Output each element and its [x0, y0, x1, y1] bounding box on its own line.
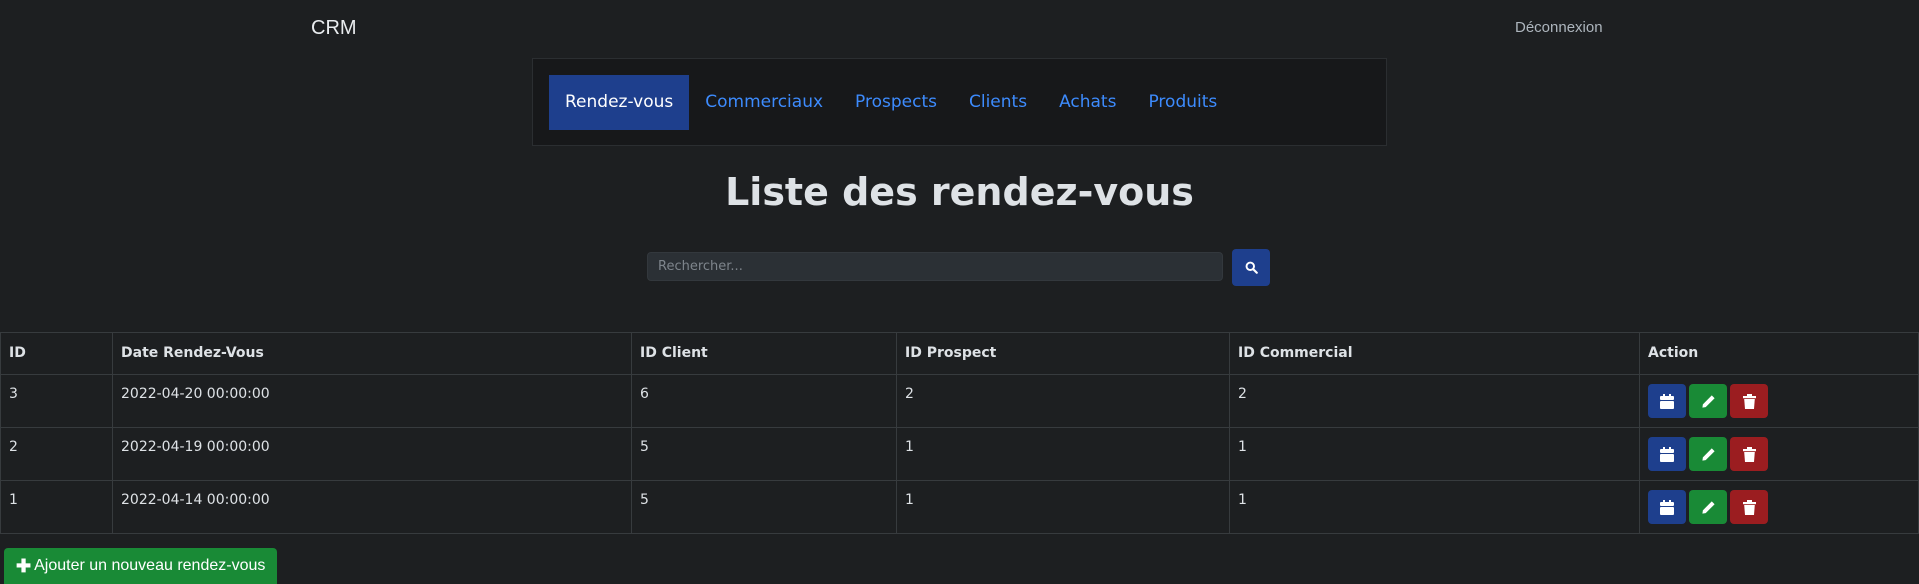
nav-item-achats[interactable]: Achats: [1043, 75, 1132, 130]
nav-item-commerciaux[interactable]: Commerciaux: [689, 75, 839, 130]
nav-item-produits[interactable]: Produits: [1132, 75, 1233, 130]
delete-button[interactable]: [1730, 437, 1768, 471]
main-nav: Rendez-vous Commerciaux Prospects Client…: [532, 58, 1387, 146]
edit-button[interactable]: [1689, 437, 1727, 471]
calendar-icon: [1660, 393, 1674, 409]
cell-client-id: 5: [631, 480, 897, 534]
appointments-table: ID Date Rendez-Vous ID Client ID Prospec…: [0, 332, 1919, 534]
search-button[interactable]: [1232, 249, 1270, 286]
cell-id: 3: [0, 374, 113, 428]
table-header-row: ID Date Rendez-Vous ID Client ID Prospec…: [0, 332, 1919, 375]
schedule-button[interactable]: [1648, 490, 1686, 524]
cell-date: 2022-04-20 00:00:00: [112, 374, 632, 428]
cell-actions: [1639, 374, 1919, 428]
nav-list: Rendez-vous Commerciaux Prospects Client…: [549, 75, 1233, 130]
nav-item-clients[interactable]: Clients: [953, 75, 1043, 130]
cell-date: 2022-04-19 00:00:00: [112, 427, 632, 481]
top-bar: CRM Déconnexion: [0, 0, 1919, 56]
cell-prospect-id: 1: [896, 480, 1230, 534]
calendar-icon: [1660, 499, 1674, 515]
column-header-commercial: ID Commercial: [1229, 332, 1640, 375]
trash-icon: [1742, 393, 1756, 409]
edit-button[interactable]: [1689, 490, 1727, 524]
pencil-icon: [1701, 500, 1715, 514]
calendar-icon: [1660, 446, 1674, 462]
page-title: Liste des rendez-vous: [725, 170, 1194, 214]
logout-link[interactable]: Déconnexion: [1515, 19, 1603, 36]
add-appointment-label: Ajouter un nouveau rendez-vous: [34, 557, 266, 574]
pencil-icon: [1701, 394, 1715, 408]
delete-button[interactable]: [1730, 490, 1768, 524]
search-icon: [1245, 261, 1258, 274]
cell-id: 1: [0, 480, 113, 534]
table-row: 2 2022-04-19 00:00:00 5 1 1: [0, 427, 1919, 481]
delete-button[interactable]: [1730, 384, 1768, 418]
search-input[interactable]: [647, 252, 1223, 281]
cell-client-id: 5: [631, 427, 897, 481]
nav-item-prospects[interactable]: Prospects: [839, 75, 953, 130]
cell-id: 2: [0, 427, 113, 481]
add-appointment-button[interactable]: ✚ Ajouter un nouveau rendez-vous: [4, 548, 278, 584]
nav-item-rendez-vous[interactable]: Rendez-vous: [549, 75, 690, 130]
column-header-prospect: ID Prospect: [896, 332, 1230, 375]
plus-icon: ✚: [16, 555, 32, 576]
column-header-action: Action: [1639, 332, 1919, 375]
brand-logo[interactable]: CRM: [311, 17, 357, 40]
column-header-client: ID Client: [631, 332, 897, 375]
pencil-icon: [1701, 447, 1715, 461]
table-row: 1 2022-04-14 00:00:00 5 1 1: [0, 480, 1919, 534]
cell-commercial-id: 1: [1229, 427, 1640, 481]
cell-prospect-id: 2: [896, 374, 1230, 428]
trash-icon: [1742, 446, 1756, 462]
cell-prospect-id: 1: [896, 427, 1230, 481]
cell-commercial-id: 1: [1229, 480, 1640, 534]
cell-client-id: 6: [631, 374, 897, 428]
cell-actions: [1639, 480, 1919, 534]
column-header-id: ID: [0, 332, 113, 375]
table-row: 3 2022-04-20 00:00:00 6 2 2: [0, 374, 1919, 428]
cell-date: 2022-04-14 00:00:00: [112, 480, 632, 534]
cell-commercial-id: 2: [1229, 374, 1640, 428]
schedule-button[interactable]: [1648, 384, 1686, 418]
column-header-date: Date Rendez-Vous: [112, 332, 632, 375]
trash-icon: [1742, 499, 1756, 515]
cell-actions: [1639, 427, 1919, 481]
schedule-button[interactable]: [1648, 437, 1686, 471]
edit-button[interactable]: [1689, 384, 1727, 418]
